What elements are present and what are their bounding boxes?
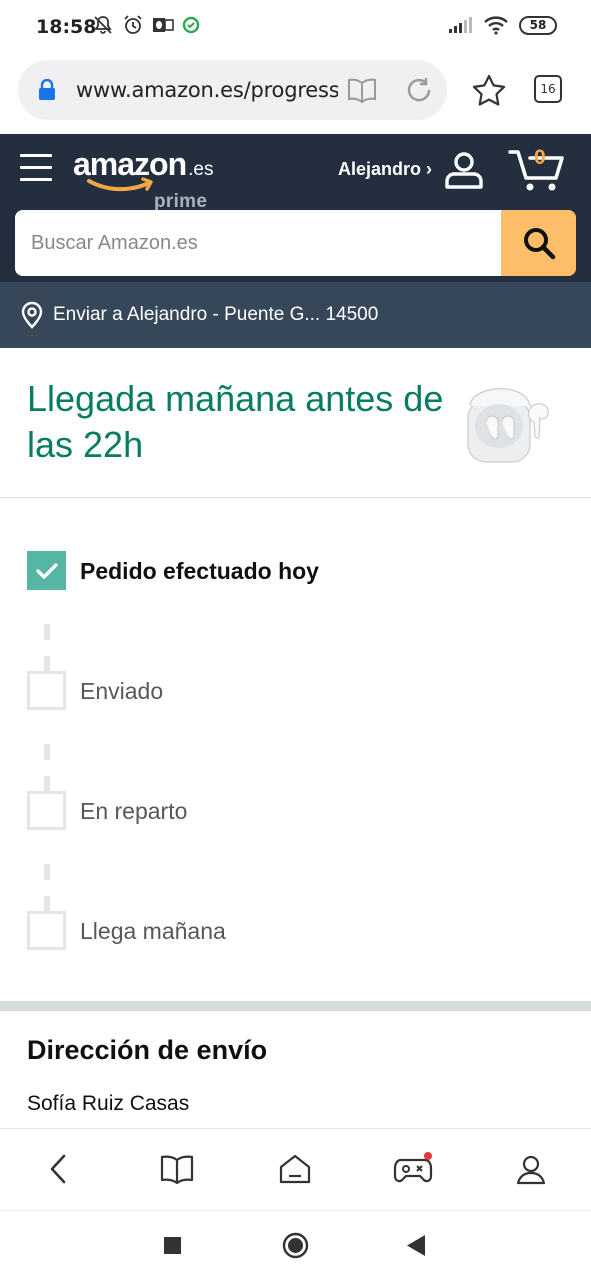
outlook-icon bbox=[153, 18, 174, 32]
checkbox-empty-icon bbox=[27, 911, 66, 950]
recents-icon[interactable] bbox=[163, 1236, 182, 1255]
step-label: Llega mañana bbox=[80, 918, 226, 944]
browser-toolbar: www.amazon.es/progress-tracker 16 bbox=[0, 56, 591, 134]
url-text[interactable]: www.amazon.es/progress-tracker bbox=[76, 78, 338, 102]
wifi-icon bbox=[484, 16, 508, 35]
reader-mode-icon[interactable] bbox=[346, 75, 378, 105]
checkbox-empty-icon bbox=[27, 791, 66, 830]
browser-bottom-nav bbox=[0, 1128, 591, 1210]
product-image[interactable] bbox=[460, 370, 556, 470]
status-icons-left bbox=[92, 14, 200, 36]
book-icon bbox=[160, 1155, 194, 1184]
search-button[interactable] bbox=[501, 210, 576, 276]
step-label: Pedido efectuado hoy bbox=[80, 558, 319, 584]
status-bar: 18:58 58 bbox=[0, 0, 591, 56]
cart-button[interactable]: 0 bbox=[508, 146, 566, 192]
status-icons-right: 58 bbox=[449, 15, 557, 35]
back-triangle-icon[interactable] bbox=[406, 1234, 426, 1257]
profile-icon bbox=[516, 1155, 546, 1185]
bookmark-star-icon[interactable] bbox=[472, 74, 506, 106]
system-nav-bar bbox=[0, 1210, 591, 1280]
logo-suffix: .es bbox=[188, 159, 214, 180]
home-icon bbox=[279, 1154, 311, 1184]
shipping-address-title: Dirección de envío bbox=[27, 1035, 268, 1065]
cart-count: 0 bbox=[534, 146, 546, 169]
arrival-title: Llegada mañana antes de las 22h bbox=[27, 378, 444, 465]
back-button[interactable] bbox=[38, 1149, 78, 1189]
home-button[interactable] bbox=[275, 1149, 315, 1189]
address-bar[interactable]: www.amazon.es/progress-tracker bbox=[18, 60, 447, 120]
account-link[interactable]: Alejandro › bbox=[338, 159, 432, 180]
location-pin-icon bbox=[21, 301, 43, 329]
lock-icon bbox=[39, 79, 55, 100]
chevron-left-icon bbox=[50, 1154, 66, 1184]
alarm-icon bbox=[124, 15, 142, 34]
search-box bbox=[15, 210, 576, 276]
home-circle-icon[interactable] bbox=[282, 1232, 309, 1259]
reload-icon[interactable] bbox=[404, 75, 434, 105]
shipping-address-section: Dirección de envío Sofía Ruiz Casas bbox=[0, 1011, 591, 1129]
order-progress: Pedido efectuado hoy Enviado En reparto … bbox=[0, 498, 591, 1001]
arrival-section: Llegada mañana antes de las 22h bbox=[0, 348, 591, 498]
deliver-to-bar[interactable]: Enviar a Alejandro - Puente G... 14500 bbox=[0, 282, 591, 348]
search-icon bbox=[523, 228, 555, 260]
deliver-to-text: Enviar a Alejandro - Puente G... 14500 bbox=[53, 304, 379, 325]
sync-icon bbox=[182, 16, 200, 34]
games-button[interactable] bbox=[393, 1149, 433, 1189]
profile-button[interactable] bbox=[511, 1149, 551, 1189]
checkbox-empty-icon bbox=[27, 671, 66, 710]
section-divider bbox=[0, 1001, 591, 1011]
gamepad-icon bbox=[393, 1152, 433, 1183]
bookmarks-button[interactable] bbox=[157, 1149, 197, 1189]
user-icon[interactable] bbox=[444, 151, 484, 189]
signal-icon bbox=[449, 17, 472, 33]
amazon-header: amazon .es prime Alejandro › 0 bbox=[0, 134, 591, 282]
tabs-count-button[interactable]: 16 bbox=[534, 75, 562, 103]
shipping-address-name: Sofía Ruiz Casas bbox=[27, 1092, 190, 1115]
smile-arrow-icon bbox=[87, 177, 153, 192]
search-input[interactable] bbox=[15, 210, 501, 276]
step-label: Enviado bbox=[80, 678, 164, 704]
mute-icon bbox=[94, 16, 112, 34]
amazon-logo[interactable]: amazon .es prime bbox=[73, 146, 214, 212]
battery-icon: 58 bbox=[519, 15, 557, 35]
checkbox-checked-icon bbox=[27, 551, 66, 590]
step-label: En reparto bbox=[80, 798, 188, 824]
status-time: 18:58 bbox=[36, 16, 97, 38]
menu-icon[interactable] bbox=[20, 154, 52, 184]
